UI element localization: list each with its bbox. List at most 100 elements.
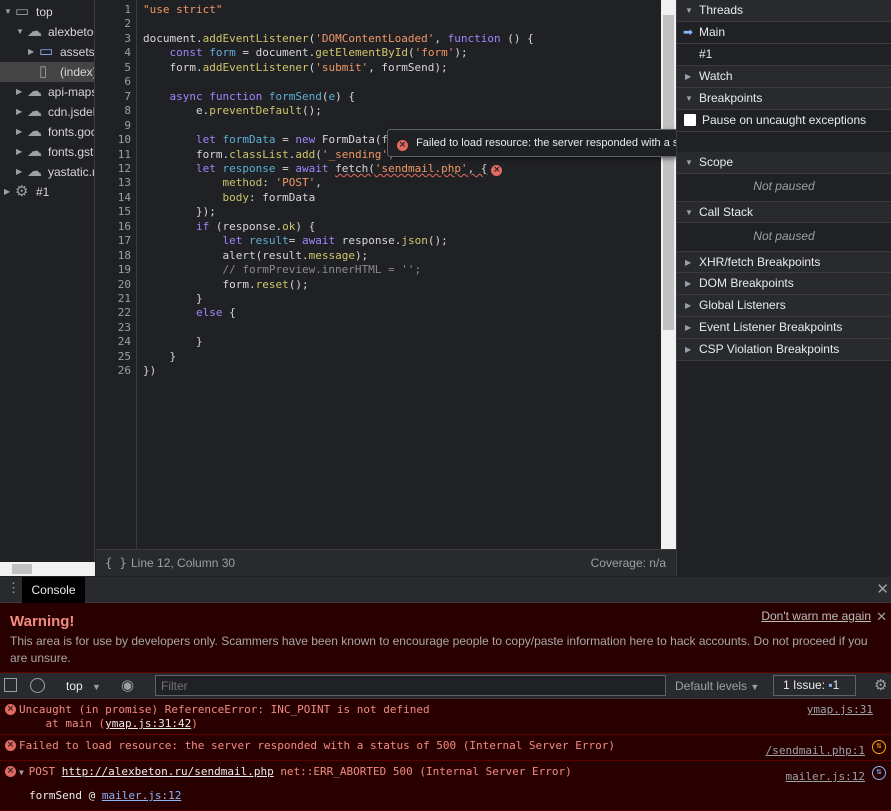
line-number[interactable]: 2 (95, 17, 131, 30)
triangle-right-icon[interactable]: ▶ (16, 122, 22, 142)
code-token: 'POST' (275, 176, 316, 190)
line-number[interactable]: 10 (95, 133, 131, 146)
pause-uncaught-checkbox[interactable] (684, 114, 696, 126)
clear-console-icon[interactable] (30, 678, 45, 693)
navigator-item[interactable]: ▼ ▭ top (0, 2, 94, 22)
navigator-item[interactable]: ▶ ☁ api-maps (0, 82, 94, 102)
stack-link[interactable]: mailer.js:12 (102, 789, 181, 802)
line-number[interactable]: 3 (95, 32, 131, 45)
triangle-down-icon[interactable]: ▼ (16, 22, 24, 42)
global-listeners-header[interactable]: ▶ Global Listeners (677, 295, 891, 317)
close-drawer-icon[interactable]: ✕ (876, 580, 889, 598)
message-source-link[interactable]: ymap.js:31 (807, 703, 873, 716)
code-token: message (308, 248, 355, 262)
tab-console[interactable]: Console (22, 577, 85, 603)
call-stack-section-header[interactable]: ▼ Call Stack (677, 201, 891, 223)
line-number[interactable]: 15 (95, 205, 131, 218)
triangle-right-icon[interactable]: ▶ (16, 162, 22, 182)
console-settings-gear-icon[interactable]: ⚙ (874, 676, 887, 694)
window-icon: ▭ (15, 3, 30, 20)
line-number[interactable]: 14 (95, 191, 131, 204)
navigator-item[interactable]: ▶ ☁ cdn.jsdeli (0, 102, 94, 122)
line-number[interactable]: 19 (95, 263, 131, 276)
line-number[interactable]: 20 (95, 278, 131, 291)
dom-breakpoints-header[interactable]: ▶ DOM Breakpoints (677, 273, 891, 295)
close-warning-icon[interactable]: ✕ (876, 609, 887, 625)
line-number[interactable]: 21 (95, 292, 131, 305)
message-source-link[interactable]: mailer.js:12 (786, 770, 865, 783)
triangle-right-icon[interactable]: ▶ (16, 102, 22, 122)
request-url-link[interactable]: http://alexbeton.ru/sendmail.php (62, 765, 274, 778)
expand-triangle-icon[interactable]: ▼ (19, 768, 29, 777)
line-number[interactable]: 22 (95, 306, 131, 319)
triangle-down-icon[interactable]: ▼ (4, 2, 12, 22)
code-token: () { (500, 31, 534, 45)
line-number[interactable]: 24 (95, 335, 131, 348)
line-number[interactable]: 4 (95, 46, 131, 59)
code-token: form. (143, 147, 230, 161)
message-source-link[interactable]: /sendmail.php:1 (766, 744, 865, 757)
line-number[interactable]: 26 (95, 364, 131, 377)
network-request-icon[interactable]: ⇅ (872, 766, 886, 780)
threads-section-header[interactable]: ▼ Threads (677, 0, 891, 22)
triangle-right-icon[interactable]: ▶ (16, 142, 22, 162)
console-message-error: × ▼ POST http://alexbeton.ru/sendmail.ph… (0, 761, 891, 811)
navigator-item[interactable]: ▯ (index) (0, 62, 94, 82)
network-request-icon[interactable]: ⇅ (872, 740, 886, 754)
watch-section-header[interactable]: ▶ Watch (677, 66, 891, 88)
debugger-sidebar: ▼ Threads ➡ Main #1 ▶ Watch ▼ Breakpoints Pa… (676, 0, 891, 576)
pause-uncaught-row[interactable]: Pause on uncaught exceptions (677, 110, 891, 132)
code-token: body (222, 190, 249, 204)
live-expression-eye-icon[interactable]: ◉ (121, 676, 134, 694)
navigator-item[interactable]: ▶ ☁ yastatic.n (0, 162, 94, 182)
code-editor[interactable]: 1 2 3 4 5 6 7 8 9 10 11 12 13 14 15 16 17 18 19 20 21 22 23 24 2… (96, 0, 661, 549)
line-number[interactable]: 16 (95, 220, 131, 233)
navigator-item[interactable]: ▶ ▭ assets (0, 42, 95, 62)
line-number[interactable]: 13 (95, 176, 131, 189)
navigator-item-label: assets (60, 45, 95, 59)
csp-violation-breakpoints-header[interactable]: ▶ CSP Violation Breakpoints (677, 339, 891, 361)
scope-section-header[interactable]: ▼ Scope (677, 152, 891, 174)
stack-link[interactable]: ymap.js:31:42 (105, 717, 191, 730)
navigator-item[interactable]: ▼ ☁ alexbeton (0, 22, 94, 42)
issues-button[interactable]: 1 Issue: ▪1 (773, 675, 856, 696)
line-number[interactable]: 6 (95, 75, 131, 88)
line-number[interactable]: 12 (95, 162, 131, 175)
triangle-right-icon[interactable]: ▶ (16, 82, 22, 102)
log-levels-dropdown[interactable]: Default levels ▼ (675, 679, 759, 693)
dont-warn-again-link[interactable]: Don't warn me again (761, 609, 871, 623)
pretty-print-icon[interactable]: { } (105, 550, 127, 576)
triangle-right-icon[interactable]: ▶ (4, 182, 10, 202)
console-filter-input[interactable] (155, 675, 666, 696)
navigator-item[interactable]: ▶ ☁ fonts.gsta (0, 142, 94, 162)
more-tabs-icon[interactable]: ⋮ (7, 580, 20, 596)
line-number[interactable]: 17 (95, 234, 131, 247)
line-number[interactable]: 5 (95, 61, 131, 74)
thread-main[interactable]: ➡ Main (677, 22, 891, 44)
breakpoints-section-header[interactable]: ▼ Breakpoints (677, 88, 891, 110)
triangle-right-icon[interactable]: ▶ (28, 42, 34, 62)
line-number[interactable]: 11 (95, 148, 131, 161)
event-listener-breakpoints-header[interactable]: ▶ Event Listener Breakpoints (677, 317, 891, 339)
editor-vertical-scrollbar[interactable] (661, 0, 676, 549)
line-number[interactable]: 23 (95, 321, 131, 334)
code-token: : (262, 176, 276, 190)
line-number[interactable]: 8 (95, 104, 131, 117)
line-number[interactable]: 7 (95, 90, 131, 103)
line-number[interactable]: 1 (95, 3, 131, 16)
code-line: "use strict" (143, 3, 222, 16)
thread-1[interactable]: #1 (677, 44, 891, 66)
line-number[interactable]: 9 (95, 119, 131, 132)
navigator-item[interactable]: ▶ ⚙ #1 (0, 182, 94, 202)
code-token: }); (143, 205, 216, 219)
xhr-breakpoints-header[interactable]: ▶ XHR/fetch Breakpoints (677, 251, 891, 273)
line-number[interactable]: 18 (95, 249, 131, 262)
sidebar-toggle-icon[interactable] (4, 678, 17, 692)
line-number[interactable]: 25 (95, 350, 131, 363)
error-icon[interactable]: × (491, 164, 503, 176)
navigator-item[interactable]: ▶ ☁ fonts.goo (0, 122, 94, 142)
context-selector[interactable]: top ▼ (66, 679, 101, 693)
navigator-horizontal-scrollbar[interactable] (0, 562, 95, 576)
code-token: , { (467, 161, 488, 175)
